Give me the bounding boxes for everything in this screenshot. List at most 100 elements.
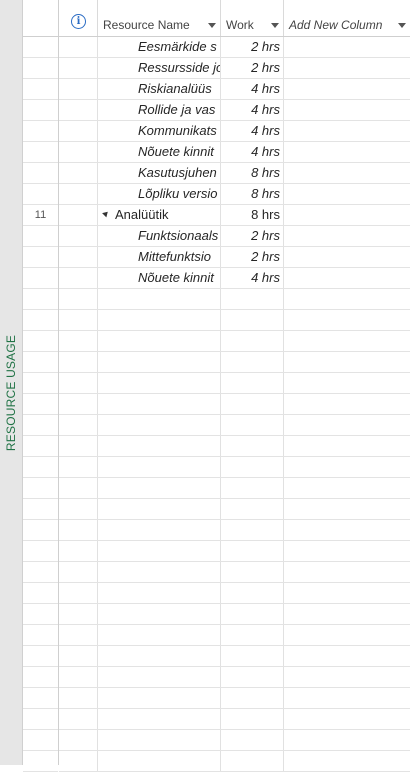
row-number[interactable]: [23, 499, 58, 520]
resource-name-cell[interactable]: Riskianalüüs: [98, 79, 221, 99]
empty-cell[interactable]: [98, 541, 221, 561]
work-cell[interactable]: 8 hrs: [221, 184, 284, 204]
empty-cell[interactable]: [59, 604, 98, 624]
empty-cell[interactable]: [221, 415, 284, 435]
empty-cell[interactable]: [98, 289, 221, 309]
empty-cell[interactable]: [59, 352, 98, 372]
row-number[interactable]: [23, 541, 58, 562]
empty-table-row[interactable]: [59, 394, 410, 415]
row-number[interactable]: [23, 100, 58, 121]
empty-table-row[interactable]: [59, 478, 410, 499]
new-column-cell[interactable]: [284, 247, 410, 267]
new-column-cell[interactable]: [284, 121, 410, 141]
resource-name-cell[interactable]: Mittefunktsio: [98, 247, 221, 267]
empty-cell[interactable]: [221, 478, 284, 498]
row-number[interactable]: [23, 58, 58, 79]
empty-table-row[interactable]: [59, 604, 410, 625]
row-number[interactable]: [23, 268, 58, 289]
empty-cell[interactable]: [284, 499, 410, 519]
indicators-column-header[interactable]: i: [59, 0, 98, 36]
resource-name-cell[interactable]: Analüütik: [98, 205, 221, 225]
empty-cell[interactable]: [284, 394, 410, 414]
empty-cell[interactable]: [284, 751, 410, 771]
empty-cell[interactable]: [98, 478, 221, 498]
work-cell[interactable]: 2 hrs: [221, 37, 284, 57]
table-row[interactable]: Mittefunktsio 2 hrs: [59, 247, 410, 268]
row-number[interactable]: [23, 688, 58, 709]
new-column-cell[interactable]: [284, 226, 410, 246]
table-row[interactable]: Lõpliku versio 8 hrs: [59, 184, 410, 205]
collapse-icon[interactable]: [102, 209, 110, 218]
empty-cell[interactable]: [221, 499, 284, 519]
indicator-cell[interactable]: [59, 100, 98, 120]
row-number[interactable]: [23, 646, 58, 667]
table-row[interactable]: Kommunikats 4 hrs: [59, 121, 410, 142]
chevron-down-icon[interactable]: [208, 23, 216, 28]
work-column-header[interactable]: Work: [221, 0, 284, 36]
empty-table-row[interactable]: [59, 289, 410, 310]
new-column-cell[interactable]: [284, 268, 410, 288]
empty-cell[interactable]: [284, 646, 410, 666]
empty-table-row[interactable]: [59, 625, 410, 646]
empty-cell[interactable]: [221, 751, 284, 771]
row-number[interactable]: [23, 562, 58, 583]
row-number[interactable]: [23, 142, 58, 163]
work-cell[interactable]: 4 hrs: [221, 79, 284, 99]
row-number[interactable]: [23, 583, 58, 604]
empty-cell[interactable]: [59, 289, 98, 309]
table-row[interactable]: Rollide ja vas 4 hrs: [59, 100, 410, 121]
empty-cell[interactable]: [221, 436, 284, 456]
empty-table-row[interactable]: [59, 352, 410, 373]
indicator-cell[interactable]: [59, 226, 98, 246]
row-number[interactable]: [23, 394, 58, 415]
empty-cell[interactable]: [59, 646, 98, 666]
empty-cell[interactable]: [59, 667, 98, 687]
row-number[interactable]: [23, 373, 58, 394]
resource-name-cell[interactable]: Kommunikats: [98, 121, 221, 141]
empty-cell[interactable]: [98, 310, 221, 330]
row-number[interactable]: [23, 415, 58, 436]
resource-name-cell[interactable]: Lõpliku versio: [98, 184, 221, 204]
table-row[interactable]: Analüütik 8 hrs: [59, 205, 410, 226]
indicator-cell[interactable]: [59, 205, 98, 225]
empty-cell[interactable]: [284, 331, 410, 351]
empty-cell[interactable]: [221, 730, 284, 750]
empty-cell[interactable]: [221, 352, 284, 372]
indicator-cell[interactable]: [59, 142, 98, 162]
row-number[interactable]: [23, 625, 58, 646]
empty-cell[interactable]: [59, 373, 98, 393]
empty-cell[interactable]: [284, 457, 410, 477]
table-row[interactable]: Funktsionaals 2 hrs: [59, 226, 410, 247]
empty-table-row[interactable]: [59, 688, 410, 709]
empty-cell[interactable]: [59, 562, 98, 582]
empty-cell[interactable]: [98, 709, 221, 729]
empty-table-row[interactable]: [59, 499, 410, 520]
empty-cell[interactable]: [98, 352, 221, 372]
empty-cell[interactable]: [284, 415, 410, 435]
empty-cell[interactable]: [98, 583, 221, 603]
work-cell[interactable]: 4 hrs: [221, 121, 284, 141]
empty-cell[interactable]: [59, 751, 98, 771]
empty-cell[interactable]: [59, 331, 98, 351]
empty-cell[interactable]: [221, 625, 284, 645]
row-number[interactable]: [23, 247, 58, 268]
resource-name-cell[interactable]: Nõuete kinnit: [98, 142, 221, 162]
view-label-bar[interactable]: RESOURCE USAGE: [0, 0, 23, 765]
row-number[interactable]: [23, 520, 58, 541]
row-number[interactable]: [23, 730, 58, 751]
empty-cell[interactable]: [98, 331, 221, 351]
work-cell[interactable]: 8 hrs: [221, 205, 284, 225]
add-new-column-header[interactable]: Add New Column: [284, 0, 410, 36]
empty-cell[interactable]: [284, 478, 410, 498]
empty-cell[interactable]: [98, 604, 221, 624]
new-column-cell[interactable]: [284, 163, 410, 183]
indicator-cell[interactable]: [59, 37, 98, 57]
row-number[interactable]: [23, 352, 58, 373]
empty-cell[interactable]: [59, 436, 98, 456]
indicator-cell[interactable]: [59, 58, 98, 78]
new-column-cell[interactable]: [284, 205, 410, 225]
resource-name-cell[interactable]: Eesmärkide s: [98, 37, 221, 57]
new-column-cell[interactable]: [284, 184, 410, 204]
new-column-cell[interactable]: [284, 37, 410, 57]
empty-cell[interactable]: [98, 667, 221, 687]
